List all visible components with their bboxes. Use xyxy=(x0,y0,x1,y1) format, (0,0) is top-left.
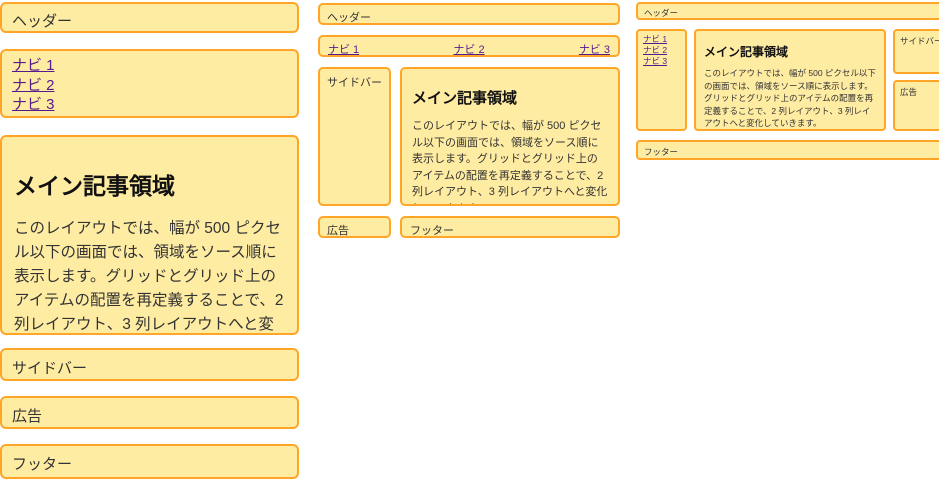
layout-single-column: ヘッダー ナビ 1 ナビ 2 ナビ 3 メイン記事領域 このレイアウトでは、幅が… xyxy=(0,2,299,479)
nav-link-3[interactable]: ナビ 3 xyxy=(12,95,287,115)
nav-link-3[interactable]: ナビ 3 xyxy=(579,41,610,51)
sidebar-label: サイドバー xyxy=(900,36,939,46)
nav-box: ナビ 1 ナビ 2 ナビ 3 xyxy=(318,35,620,57)
nav-link-1[interactable]: ナビ 1 xyxy=(328,41,359,51)
header-label: ヘッダー xyxy=(327,12,371,24)
main-heading: メイン記事領域 xyxy=(704,43,876,60)
sidebar-box: サイドバー xyxy=(893,29,939,74)
nav-link-2[interactable]: ナビ 2 xyxy=(643,45,680,56)
nav-link-2[interactable]: ナビ 2 xyxy=(453,41,484,51)
main-article-box: メイン記事領域 このレイアウトでは、幅が 500 ピクセル以下の画面では、領域を… xyxy=(0,135,299,335)
sidebar-box: サイドバー xyxy=(318,67,391,206)
nav-link-2[interactable]: ナビ 2 xyxy=(12,76,287,96)
main-heading: メイン記事領域 xyxy=(412,87,608,108)
header-label: ヘッダー xyxy=(644,8,678,18)
ad-label: 広告 xyxy=(327,225,349,237)
nav-box: ナビ 1 ナビ 2 ナビ 3 xyxy=(636,29,687,131)
ad-label: 広告 xyxy=(900,87,917,97)
footer-box: フッター xyxy=(400,216,620,238)
footer-box: フッター xyxy=(0,444,299,479)
footer-label: フッター xyxy=(644,147,678,157)
main-article-box: メイン記事領域 このレイアウトでは、幅が 500 ピクセル以下の画面では、領域を… xyxy=(400,67,620,206)
nav-box: ナビ 1 ナビ 2 ナビ 3 xyxy=(0,49,299,118)
nav-link-1[interactable]: ナビ 1 xyxy=(12,56,287,76)
ad-box: 広告 xyxy=(0,396,299,429)
layout-three-column: ヘッダー ナビ 1 ナビ 2 ナビ 3 メイン記事領域 このレイアウトでは、幅が… xyxy=(636,2,939,160)
nav-link-3[interactable]: ナビ 3 xyxy=(643,56,680,67)
header-box: ヘッダー xyxy=(636,2,939,20)
ad-label: 広告 xyxy=(12,408,42,425)
sidebar-label: サイドバー xyxy=(12,360,87,377)
header-box: ヘッダー xyxy=(0,2,299,33)
header-label: ヘッダー xyxy=(12,13,72,30)
main-paragraph: このレイアウトでは、幅が 500 ピクセル以下の画面では、領域をソース順に表示し… xyxy=(412,118,608,206)
main-paragraph: このレイアウトでは、幅が 500 ピクセル以下の画面では、領域をソース順に表示し… xyxy=(704,67,876,130)
sidebar-box: サイドバー xyxy=(0,348,299,381)
ad-box: 広告 xyxy=(318,216,391,238)
main-paragraph: このレイアウトでは、幅が 500 ピクセル以下の画面では、領域をソース順に表示し… xyxy=(14,217,285,335)
main-article-box: メイン記事領域 このレイアウトでは、幅が 500 ピクセル以下の画面では、領域を… xyxy=(694,29,886,131)
footer-box: フッター xyxy=(636,140,939,160)
ad-box: 広告 xyxy=(893,80,939,131)
right-rail: サイドバー 広告 xyxy=(893,29,939,131)
footer-label: フッター xyxy=(410,225,454,237)
header-box: ヘッダー xyxy=(318,3,620,25)
responsive-grid-demo-page: ヘッダー ナビ 1 ナビ 2 ナビ 3 メイン記事領域 このレイアウトでは、幅が… xyxy=(0,0,939,480)
main-heading: メイン記事領域 xyxy=(14,167,285,201)
nav-link-1[interactable]: ナビ 1 xyxy=(643,34,680,45)
layout-two-column: ヘッダー ナビ 1 ナビ 2 ナビ 3 サイドバー メイン記事領域 このレイアウ… xyxy=(318,3,620,238)
sidebar-label: サイドバー xyxy=(327,77,382,89)
footer-label: フッター xyxy=(12,456,72,473)
